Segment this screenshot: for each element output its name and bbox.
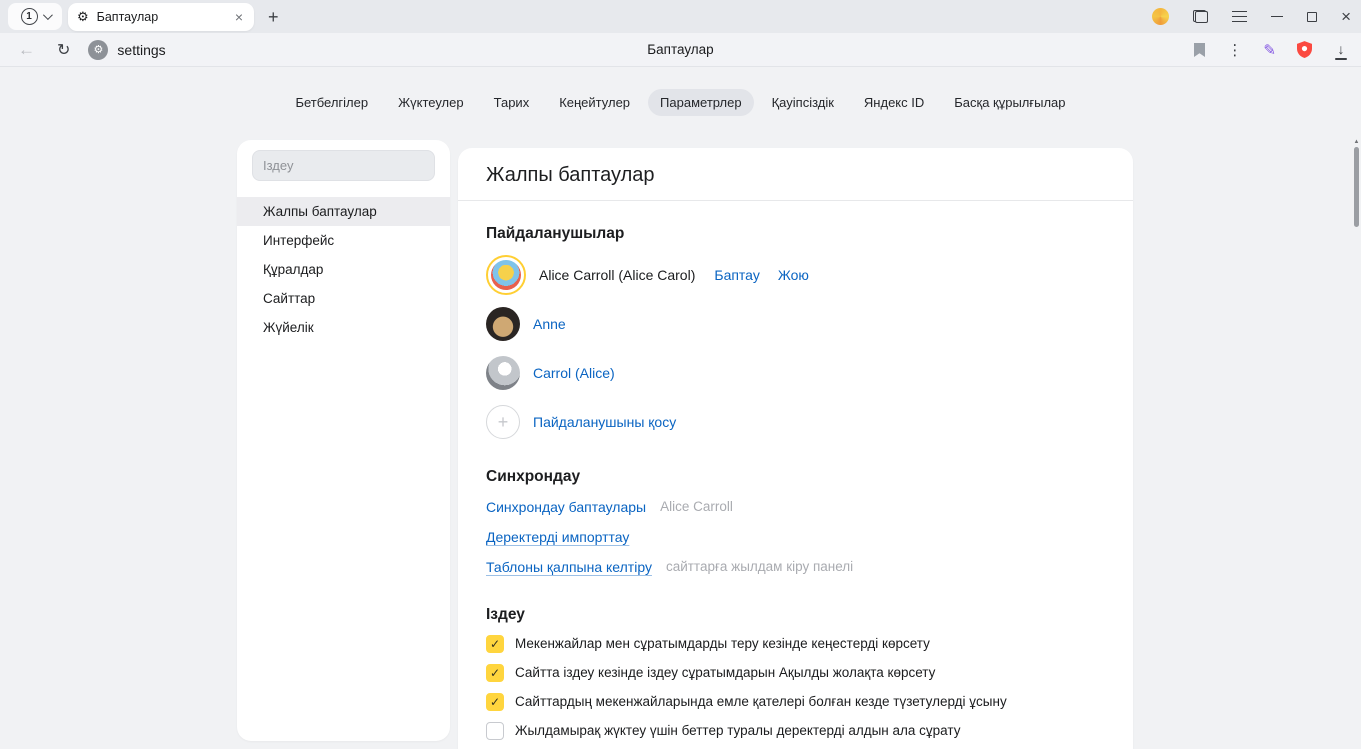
tab-close-icon[interactable]: × <box>233 9 245 25</box>
nav-tab-extensions[interactable]: Кеңейтулер <box>547 89 642 116</box>
sidebar-item-system[interactable]: Жүйелік <box>237 313 450 342</box>
checkbox-label: Мекенжайлар мен сұратымдарды теру кезінд… <box>515 636 930 651</box>
sidebar-item-sites[interactable]: Сайттар <box>237 284 450 313</box>
checkbox-prefetch[interactable]: ✓ <box>486 722 504 740</box>
user-row-anne: Anne <box>486 304 1105 344</box>
sync-section: Синхрондау Синхрондау баптаулары Alice C… <box>486 468 1105 576</box>
user-link-anne[interactable]: Anne <box>533 316 566 332</box>
url-text[interactable]: settings <box>117 42 165 58</box>
nav-tab-settings[interactable]: Параметрлер <box>648 89 754 116</box>
settings-nav-tabs: Бетбелгілер Жүктеулер Тарих Кеңейтулер П… <box>0 68 1361 116</box>
window-close-button[interactable]: × <box>1341 8 1351 25</box>
settings-sidebar: Жалпы баптаулар Интерфейс Құралдар Сайтт… <box>237 140 450 741</box>
settings-page: Бетбелгілер Жүктеулер Тарих Кеңейтулер П… <box>0 68 1361 749</box>
page-title: Жалпы баптаулар <box>486 164 1105 187</box>
current-user-name: Alice Carroll (Alice Carol) <box>539 267 695 283</box>
avatar-image <box>491 260 521 290</box>
restore-tableau-link[interactable]: Таблоны қалпына келтіру <box>486 559 652 575</box>
sidebar-menu: Жалпы баптаулар Интерфейс Құралдар Сайтт… <box>237 197 450 342</box>
nav-tab-yandex-id[interactable]: Яндекс ID <box>852 89 936 116</box>
add-user-row: + Пайдаланушыны қосу <box>486 402 1105 442</box>
scrollbar-thumb[interactable] <box>1354 147 1359 227</box>
checkbox-row-site-search: ✓ Сайтта іздеу кезінде іздеу сұратымдары… <box>486 663 1105 682</box>
checkbox-label: Сайттардың мекенжайларында емле қателері… <box>515 694 1007 709</box>
search-section: Іздеу ✓ Мекенжайлар мен сұратымдарды тер… <box>486 606 1105 749</box>
tab-panel-icon[interactable] <box>1193 10 1208 23</box>
checkbox-suggestions[interactable]: ✓ <box>486 635 504 653</box>
checkbox-site-search[interactable]: ✓ <box>486 664 504 682</box>
users-section: Пайдаланушылар Alice Carroll (Alice Caro… <box>486 225 1105 442</box>
sync-row-tableau: Таблоны қалпына келтіру сайттарға жылдам… <box>486 557 1105 576</box>
sidebar-item-tools[interactable]: Құралдар <box>237 255 450 284</box>
user-row-current: Alice Carroll (Alice Carol) Баптау Жою <box>486 255 1105 295</box>
tab-title: Баптаулар <box>97 10 233 24</box>
add-user-link[interactable]: Пайдаланушыны қосу <box>533 414 676 430</box>
nav-tab-security[interactable]: Қауіпсіздік <box>760 89 846 116</box>
tab-strip: 1 ⚙ Баптаулар × + × <box>0 0 1361 33</box>
check-icon: ✓ <box>490 667 500 679</box>
tab-group-button[interactable]: 1 <box>8 3 62 30</box>
check-icon: ✓ <box>490 696 500 708</box>
nav-tab-downloads[interactable]: Жүктеулер <box>386 89 476 116</box>
nav-tab-bookmarks[interactable]: Бетбелгілер <box>283 89 380 116</box>
user-avatar[interactable] <box>486 307 520 341</box>
user-avatar[interactable] <box>486 356 520 390</box>
window-maximize-button[interactable] <box>1307 12 1317 22</box>
chevron-down-icon <box>42 10 52 20</box>
main-header: Жалпы баптаулар <box>458 148 1133 201</box>
window-minimize-button[interactable] <box>1271 16 1283 18</box>
nav-tab-other-devices[interactable]: Басқа құрылғылар <box>942 89 1077 116</box>
address-bar: ← ↻ ⚙ settings Баптаулар ⋮ ✎ ↓ <box>0 33 1361 67</box>
sidebar-item-interface[interactable]: Интерфейс <box>237 226 450 255</box>
sidebar-item-general[interactable]: Жалпы баптаулар <box>237 197 450 226</box>
sync-account-note: Alice Carroll <box>660 499 733 514</box>
nav-tab-history[interactable]: Тарих <box>482 89 542 116</box>
overflow-menu-icon[interactable]: ⋮ <box>1227 41 1242 59</box>
sidebar-search-input[interactable] <box>252 150 435 181</box>
checkbox-label: Жылдамырақ жүктеу үшін беттер туралы дер… <box>515 723 960 738</box>
alice-assistant-icon[interactable] <box>1152 8 1169 25</box>
import-data-link[interactable]: Деректерді импорттау <box>486 529 629 545</box>
menu-hamburger-icon[interactable] <box>1232 11 1247 22</box>
user-link-carrol[interactable]: Carrol (Alice) <box>533 365 615 381</box>
settings-main-panel: Жалпы баптаулар Пайдаланушылар Alice Car… <box>458 148 1133 749</box>
site-badge-icon[interactable]: ⚙ <box>88 40 108 60</box>
gear-favicon-icon: ⚙ <box>77 9 89 25</box>
sync-row-import: Деректерді импорттау <box>486 527 1105 546</box>
new-tab-button[interactable]: + <box>264 8 283 26</box>
bookmark-icon[interactable] <box>1193 42 1206 58</box>
check-icon: ✓ <box>490 638 500 650</box>
address-bar-page-title: Баптаулар <box>0 42 1361 57</box>
sync-heading: Синхрондау <box>486 468 1105 486</box>
sync-row-settings: Синхрондау баптаулары Alice Carroll <box>486 497 1105 516</box>
checkbox-row-prefetch: ✓ Жылдамырақ жүктеу үшін беттер туралы д… <box>486 721 1105 740</box>
back-icon[interactable]: ← <box>18 40 35 60</box>
tab-group-count-badge: 1 <box>21 8 38 25</box>
sync-settings-link[interactable]: Синхрондау баптаулары <box>486 499 646 515</box>
page-scrollbar[interactable]: ▲ <box>1353 138 1360 746</box>
add-user-icon[interactable]: + <box>486 405 520 439</box>
tableau-note: сайттарға жылдам кіру панелі <box>666 559 853 574</box>
delete-user-link[interactable]: Жою <box>778 267 809 283</box>
users-heading: Пайдаланушылар <box>486 225 1105 243</box>
checkbox-label: Сайтта іздеу кезінде іздеу сұратымдарын … <box>515 665 935 680</box>
configure-user-link[interactable]: Баптау <box>714 267 759 283</box>
protect-shield-icon[interactable] <box>1297 41 1312 58</box>
refresh-icon[interactable]: ↻ <box>57 40 70 60</box>
checkbox-row-suggestions: ✓ Мекенжайлар мен сұратымдарды теру кезі… <box>486 634 1105 653</box>
pencil-icon[interactable]: ✎ <box>1263 41 1276 59</box>
browser-tab-settings[interactable]: ⚙ Баптаулар × <box>68 3 254 31</box>
download-icon[interactable]: ↓ <box>1333 41 1349 59</box>
user-row-carrol: Carrol (Alice) <box>486 353 1105 393</box>
checkbox-row-typo-fix: ✓ Сайттардың мекенжайларында емле қателе… <box>486 692 1105 711</box>
scroll-up-arrow[interactable]: ▲ <box>1353 138 1360 146</box>
search-heading: Іздеу <box>486 606 1105 624</box>
checkbox-typo-fix[interactable]: ✓ <box>486 693 504 711</box>
current-user-avatar[interactable] <box>486 255 526 295</box>
